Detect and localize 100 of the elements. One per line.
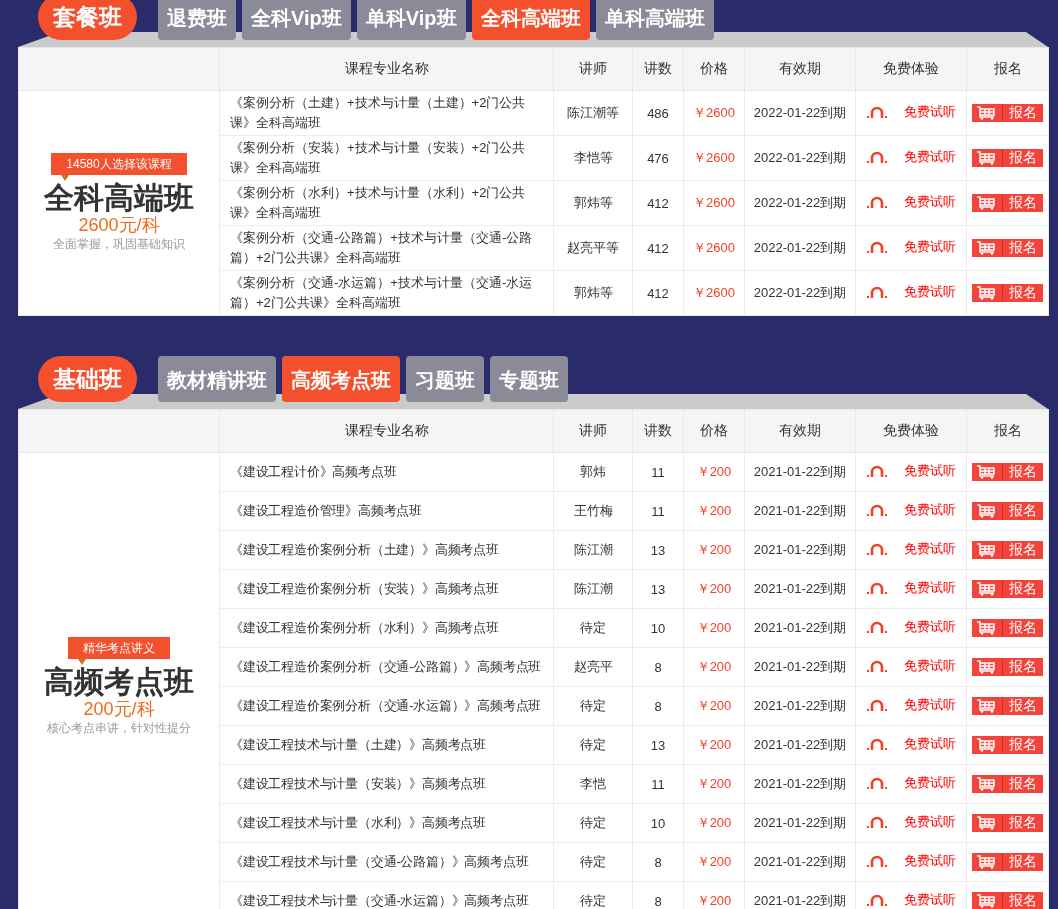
course-tab[interactable]: 教材精讲班: [158, 356, 276, 402]
cart-icon: [976, 698, 996, 713]
price-cell: ￥2600: [683, 225, 745, 271]
lessons-cell: 13: [632, 725, 684, 765]
headphones-icon: [866, 541, 888, 557]
expiry-cell: 2021-01-22到期: [744, 569, 856, 609]
price-cell: ￥200: [683, 725, 745, 765]
signup-button[interactable]: 报名: [972, 735, 1043, 754]
course-tab[interactable]: 退费班: [158, 0, 236, 40]
headphones-icon: [866, 580, 888, 596]
signup-button[interactable]: 报名: [972, 774, 1043, 793]
cart-icon: [976, 815, 996, 830]
course-tab[interactable]: 高频考点班: [282, 356, 400, 402]
teacher-cell: 待定: [553, 686, 633, 726]
lessons-cell: 412: [632, 225, 684, 271]
lessons-cell: 11: [632, 764, 684, 804]
headphones-icon: [866, 853, 888, 869]
headphones-icon: [866, 619, 888, 635]
teacher-cell: 陈江潮: [553, 569, 633, 609]
signup-button[interactable]: 报名: [972, 193, 1043, 212]
course-tab[interactable]: 习题班: [406, 356, 484, 402]
free-trial-link[interactable]: 免费试听: [904, 193, 956, 211]
signup-button[interactable]: 报名: [972, 148, 1043, 167]
teacher-cell: 陈江潮: [553, 530, 633, 570]
lessons-cell: 11: [632, 452, 684, 492]
signup-button[interactable]: 报名: [972, 283, 1043, 302]
course-name: 《案例分析（水利）+技术与计量（水利）+2门公共课》全科高端班: [219, 180, 554, 226]
course-tab[interactable]: 全科高端班: [471, 0, 590, 40]
column-header: 报名: [966, 409, 1049, 453]
column-header: 有效期: [744, 409, 856, 453]
signup-button[interactable]: 报名: [972, 540, 1043, 559]
signup-button[interactable]: 报名: [972, 657, 1043, 676]
badge-tail: [78, 658, 86, 665]
expiry-cell: 2022-01-22到期: [744, 270, 856, 316]
column-header: 讲数: [632, 47, 684, 91]
cart-icon: [976, 893, 996, 908]
price-cell: ￥200: [683, 569, 745, 609]
course-tab[interactable]: 专题班: [490, 356, 568, 402]
cart-icon: [976, 854, 996, 869]
price-cell: ￥200: [683, 803, 745, 843]
signup-button[interactable]: 报名: [972, 618, 1043, 637]
promo-subtitle: 全面掌握，巩固基础知识: [53, 236, 185, 253]
signup-button[interactable]: 报名: [972, 891, 1043, 909]
signup-button[interactable]: 报名: [972, 813, 1043, 832]
expiry-cell: 2021-01-22到期: [744, 608, 856, 648]
teacher-cell: 待定: [553, 803, 633, 843]
course-name: 《建设工程造价案例分析（交通-公路篇）》高频考点班: [219, 647, 554, 687]
headphones-icon: [866, 239, 888, 255]
headphones-icon: [866, 149, 888, 165]
course-name: 《建设工程计价》高频考点班: [219, 452, 554, 492]
expiry-cell: 2022-01-22到期: [744, 135, 856, 181]
free-trial-link[interactable]: 免费试听: [904, 148, 956, 166]
teacher-cell: 郭炜等: [553, 270, 633, 316]
price-cell: ￥2600: [683, 180, 745, 226]
signup-button[interactable]: 报名: [972, 462, 1043, 481]
expiry-cell: 2021-01-22到期: [744, 764, 856, 804]
signup-button[interactable]: 报名: [972, 501, 1043, 520]
cart-icon: [976, 503, 996, 518]
column-header: 有效期: [744, 47, 856, 91]
signup-button[interactable]: 报名: [972, 852, 1043, 871]
course-tab[interactable]: 全科Vip班: [242, 0, 351, 40]
course-tab[interactable]: 单科Vip班: [356, 0, 466, 40]
cart-icon: [976, 542, 996, 557]
signup-button[interactable]: 报名: [972, 696, 1043, 715]
expiry-cell: 2022-01-22到期: [744, 90, 856, 136]
column-header: 价格: [683, 47, 745, 91]
free-trial-link[interactable]: 免费试听: [904, 283, 956, 301]
teacher-cell: 李恺等: [553, 135, 633, 181]
course-name: 《建设工程造价管理》高频考点班: [219, 491, 554, 531]
signup-button[interactable]: 报名: [972, 579, 1043, 598]
headphones-icon: [866, 284, 888, 300]
course-name: 《建设工程技术与计量（水利）》高频考点班: [219, 803, 554, 843]
column-header: 报名: [966, 47, 1049, 91]
course-name: 《案例分析（土建）+技术与计量（土建）+2门公共课》全科高端班: [219, 90, 554, 136]
cart-icon: [976, 581, 996, 596]
promo-subtitle: 核心考点串讲，针对性提分: [47, 719, 191, 737]
badge-tail: [61, 175, 70, 181]
teacher-cell: 待定: [553, 608, 633, 648]
promo-badge: 14580人选择该课程: [51, 153, 187, 175]
category-label: 套餐班: [38, 0, 137, 40]
lessons-cell: 476: [632, 135, 684, 181]
price-cell: ￥200: [683, 842, 745, 882]
headphones-icon: [866, 736, 888, 752]
course-name: 《建设工程造价案例分析（交通-水运篇）》高频考点班: [219, 686, 554, 726]
course-name: 《建设工程技术与计量（土建）》高频考点班: [219, 725, 554, 765]
signup-button[interactable]: 报名: [972, 103, 1043, 122]
course-name: 《建设工程造价案例分析（土建）》高频考点班: [219, 530, 554, 570]
free-trial-link[interactable]: 免费试听: [904, 238, 956, 256]
free-trial-link[interactable]: 免费试听: [904, 103, 956, 121]
column-header: 课程专业名称: [219, 409, 554, 453]
category-label: 基础班: [38, 356, 137, 402]
promo-price: 2600元/科: [78, 215, 160, 235]
cart-icon: [976, 240, 996, 255]
course-tab[interactable]: 单科高端班: [595, 0, 714, 40]
signup-button[interactable]: 报名: [972, 238, 1043, 257]
expiry-cell: 2022-01-22到期: [744, 225, 856, 271]
headphones-icon: [866, 194, 888, 210]
teacher-cell: 陈江潮等: [553, 90, 633, 136]
lessons-cell: 8: [632, 842, 684, 882]
teacher-cell: 待定: [553, 842, 633, 882]
